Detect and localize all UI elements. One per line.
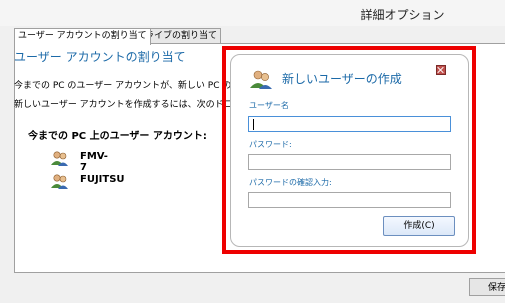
- password-label: パスワード:: [249, 140, 292, 149]
- accounts-heading: 今までの PC 上のユーザー アカウント:: [28, 131, 207, 142]
- password-field[interactable]: [248, 154, 451, 170]
- account-name: FUJITSU: [80, 174, 125, 185]
- confirm-password-field[interactable]: [248, 192, 451, 208]
- title-bar: 詳細オプション: [0, 0, 505, 26]
- username-label: ユーザー名: [249, 101, 289, 110]
- create-button[interactable]: 作成(C): [383, 216, 455, 236]
- text-caret: [253, 119, 254, 130]
- dialog-title: 新しいユーザーの作成: [282, 72, 402, 86]
- users-icon: [249, 69, 273, 92]
- users-icon: [50, 173, 70, 192]
- account-name: FMV-7: [80, 151, 108, 173]
- new-user-dialog: 新しいユーザーの作成 ユーザー名 パスワード: パスワードの確認入力: 作成(C…: [230, 54, 469, 247]
- window-title: 詳細オプション: [360, 8, 445, 22]
- username-field[interactable]: [248, 116, 451, 132]
- close-icon[interactable]: [436, 65, 446, 75]
- users-icon: [50, 150, 70, 169]
- tab-user-accounts[interactable]: ユーザー アカウントの割り当て: [14, 28, 151, 45]
- section-heading: ユーザー アカウントの割り当て: [14, 50, 186, 64]
- confirm-password-label: パスワードの確認入力:: [249, 178, 332, 187]
- description-line-1: 今までの PC のユーザー アカウントが、新しい PC のユーザ: [14, 81, 259, 91]
- save-button[interactable]: 保存: [469, 278, 505, 296]
